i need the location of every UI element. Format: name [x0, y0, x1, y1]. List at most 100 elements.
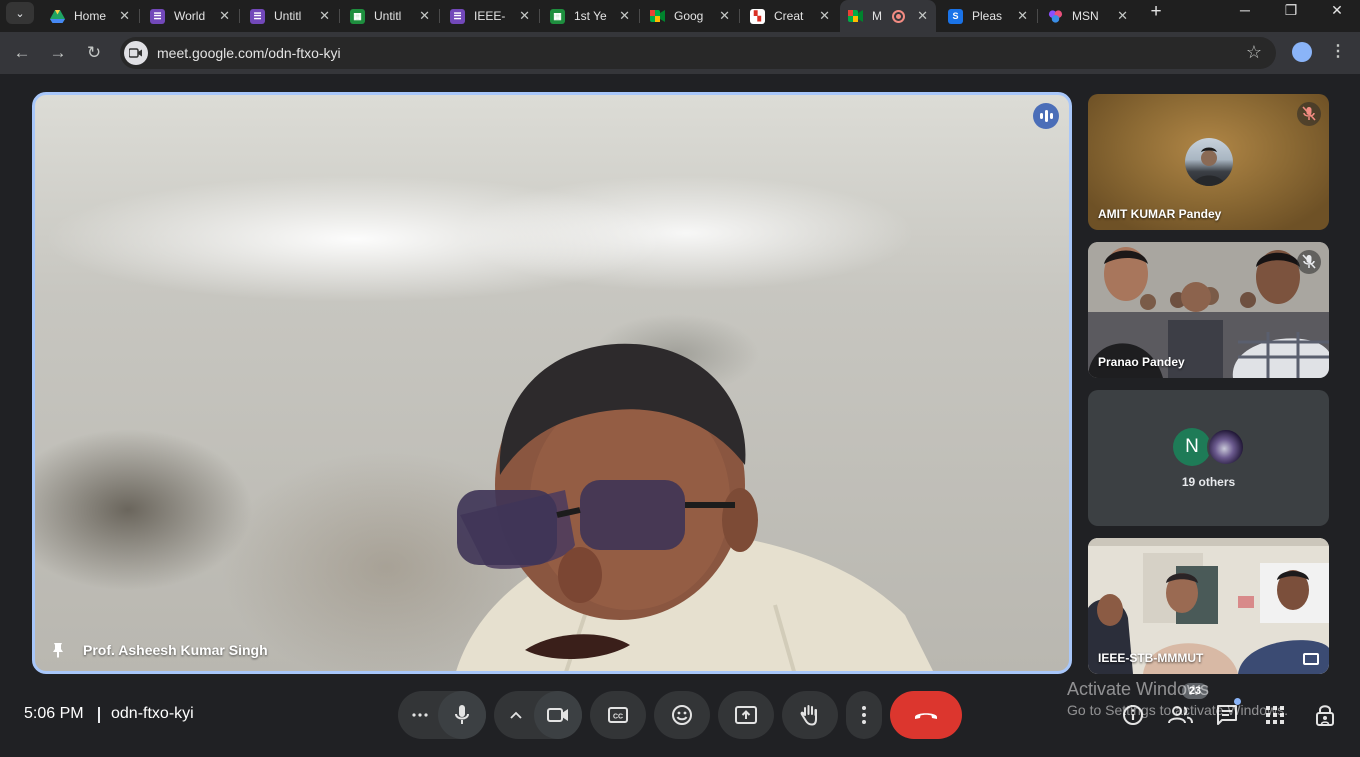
- more-vert-icon: [862, 706, 866, 724]
- tab-home[interactable]: Home ✕: [42, 0, 138, 32]
- participant-tile[interactable]: IEEE-STB-MMMUT: [1088, 538, 1329, 674]
- captions-icon: CC: [608, 707, 628, 723]
- close-icon[interactable]: ✕: [719, 8, 730, 24]
- s-icon: S: [948, 8, 963, 24]
- back-button[interactable]: ←: [9, 40, 35, 66]
- speaking-indicator-icon: [1033, 103, 1059, 129]
- close-icon[interactable]: ✕: [419, 8, 430, 24]
- tab-create[interactable]: ▚ Creat ✕: [742, 0, 838, 32]
- close-icon[interactable]: ✕: [819, 8, 830, 24]
- new-tab-button[interactable]: +: [1146, 2, 1166, 23]
- tab-1st-year[interactable]: ▦ 1st Ye ✕: [542, 0, 638, 32]
- profile-avatar[interactable]: [1292, 42, 1312, 62]
- camera-button[interactable]: [534, 691, 582, 739]
- participant-tile[interactable]: Pranao Pandey: [1088, 242, 1329, 378]
- sheets-icon: ▦: [350, 8, 365, 24]
- browser-toolbar: ← → ↻ meet.google.com/odn-ftxo-kyi ☆ ⋮: [0, 32, 1360, 74]
- picture-in-picture-icon[interactable]: [1303, 653, 1319, 665]
- close-icon[interactable]: ✕: [119, 8, 130, 24]
- speaker-name: Prof. Asheesh Kumar Singh: [83, 642, 268, 658]
- people-button[interactable]: [1166, 700, 1196, 730]
- present-button[interactable]: [718, 691, 774, 739]
- others-count: 19 others: [1181, 475, 1236, 489]
- participant-name: IEEE-STB-MMMUT: [1098, 651, 1204, 665]
- host-controls-button[interactable]: [1310, 700, 1340, 730]
- address-bar[interactable]: meet.google.com/odn-ftxo-kyi ☆: [120, 37, 1276, 69]
- tab-google-meet[interactable]: Goog ✕: [642, 0, 738, 32]
- forms-icon: ☰: [250, 8, 265, 24]
- tab-untitled-sheet[interactable]: ▦ Untitl ✕: [342, 0, 438, 32]
- apps-grid-icon: [1266, 706, 1284, 724]
- captions-button[interactable]: CC: [590, 691, 646, 739]
- browser-tab-bar: ⌄ Home ✕ ☰ World ✕ ☰ Untitl ✕ ▦ Untitl ✕…: [0, 0, 1360, 32]
- reload-button[interactable]: ↻: [81, 40, 107, 66]
- canvas-icon: ▚: [750, 8, 765, 24]
- site-info-icon[interactable]: [124, 41, 148, 65]
- tab-title: MSN: [1072, 9, 1099, 23]
- others-tile[interactable]: N 19 others: [1088, 390, 1329, 526]
- recording-icon: [892, 9, 905, 23]
- people-icon: [1168, 706, 1193, 724]
- divider: [98, 707, 100, 723]
- tab-please[interactable]: S Pleas ✕: [940, 0, 1036, 32]
- tab-title: Untitl: [374, 9, 402, 23]
- tab-msn[interactable]: MSN ✕: [1040, 0, 1136, 32]
- meeting-code: odn-ftxo-kyi: [111, 705, 194, 722]
- minimize-button[interactable]: ─: [1222, 0, 1268, 20]
- mic-off-icon: [1297, 250, 1321, 274]
- info-icon: [1123, 705, 1143, 725]
- participant-name: Pranao Pandey: [1098, 355, 1185, 369]
- reactions-button[interactable]: [654, 691, 710, 739]
- sheets-icon: ▦: [550, 8, 565, 24]
- emoji-icon: [672, 705, 692, 725]
- tab-title: Home: [74, 9, 107, 23]
- svg-text:CC: CC: [613, 714, 623, 721]
- window-close-button[interactable]: ✕: [1314, 0, 1360, 20]
- main-video-tile[interactable]: Prof. Asheesh Kumar Singh: [32, 92, 1072, 674]
- close-icon[interactable]: ✕: [619, 8, 630, 24]
- avatar: N: [1173, 428, 1211, 466]
- restore-button[interactable]: ❐: [1268, 0, 1314, 20]
- chat-icon: [1217, 705, 1237, 725]
- microphone-icon: [455, 705, 469, 724]
- activities-button[interactable]: [1260, 700, 1290, 730]
- tab-untitled-form[interactable]: ☰ Untitl ✕: [242, 0, 338, 32]
- forms-icon: ☰: [150, 8, 165, 24]
- tab-meet-active[interactable]: M ✕: [840, 0, 936, 32]
- participant-count-badge: 23: [1182, 683, 1208, 699]
- tab-title: Goog: [674, 9, 704, 23]
- present-screen-icon: [735, 706, 757, 724]
- tab-title: IEEE-: [474, 9, 506, 23]
- chat-notification-dot: [1234, 698, 1241, 705]
- close-icon[interactable]: ✕: [319, 8, 330, 24]
- close-icon[interactable]: ✕: [1017, 8, 1028, 24]
- browser-menu-icon[interactable]: ⋮: [1330, 41, 1346, 61]
- tab-title: World: [174, 9, 206, 23]
- leave-call-button[interactable]: [890, 691, 962, 739]
- tab-world[interactable]: ☰ World ✕: [142, 0, 238, 32]
- tab-ieee[interactable]: ☰ IEEE- ✕: [442, 0, 538, 32]
- more-options-button[interactable]: [846, 691, 882, 739]
- microphone-button[interactable]: [438, 691, 486, 739]
- bookmark-star-icon[interactable]: ☆: [1246, 42, 1262, 63]
- close-icon[interactable]: ✕: [917, 8, 928, 24]
- camera-icon: [547, 708, 568, 722]
- close-icon[interactable]: ✕: [1117, 8, 1128, 24]
- lock-person-icon: [1316, 705, 1334, 726]
- forms-icon: ☰: [450, 8, 465, 24]
- hand-icon: [800, 705, 817, 726]
- raise-hand-button[interactable]: [782, 691, 838, 739]
- close-icon[interactable]: ✕: [519, 8, 530, 24]
- close-icon[interactable]: ✕: [219, 8, 230, 24]
- forward-button[interactable]: →: [45, 40, 71, 66]
- meeting-details-button[interactable]: [1118, 700, 1148, 730]
- tab-title: Creat: [774, 9, 804, 23]
- avatar: [1207, 428, 1245, 466]
- mic-off-icon: [1297, 102, 1321, 126]
- audio-options-button[interactable]: [398, 691, 442, 739]
- participant-tile[interactable]: AMIT KUMAR Pandey: [1088, 94, 1329, 230]
- pin-icon[interactable]: [49, 641, 67, 659]
- video-options-button[interactable]: [494, 691, 538, 739]
- tab-title: M: [872, 9, 882, 23]
- tab-search-button[interactable]: ⌄: [6, 2, 34, 24]
